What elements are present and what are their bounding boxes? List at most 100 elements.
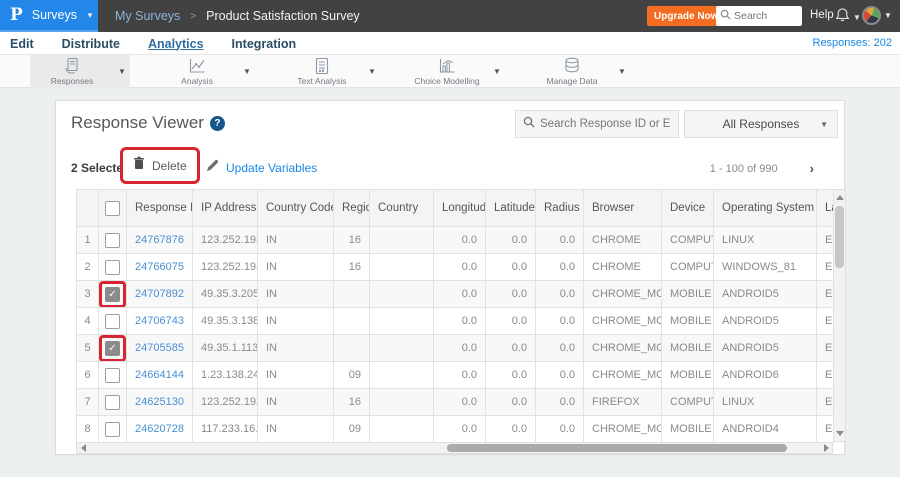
column-header-operating-system[interactable]: Operating System [713,189,817,227]
response-search[interactable] [515,110,679,138]
chevron-down-icon[interactable]: ▼ [114,67,130,76]
cell-os: ANDROID4 [713,415,817,443]
scroll-left-icon[interactable] [77,443,89,453]
cell-region: 16 [333,226,370,254]
toolbar-item-label: Manage Data [546,76,598,86]
chevron-down-icon[interactable]: ▼ [364,67,380,76]
cell-latitude: 0.0 [485,307,536,335]
notifications-menu[interactable]: ▼ [835,7,861,28]
column-header-latitude[interactable]: Latitude [485,189,536,227]
cell-longitude: 0.0 [433,280,486,308]
search-input[interactable] [734,10,796,22]
column-header-browser[interactable]: Browser [583,189,662,227]
chevron-down-icon[interactable]: ▼ [239,67,255,76]
column-header-response-id[interactable]: Response ID ▲ [126,189,193,227]
delete-button[interactable]: Delete [120,147,200,184]
breadcrumb-my-surveys[interactable]: My Surveys [115,9,180,23]
vertical-scrollbar[interactable] [833,189,846,442]
cell-language: Eng [816,253,834,281]
horizontal-scrollbar-thumb[interactable] [447,444,787,452]
row-number-header [76,189,99,227]
column-header-ip-address[interactable]: IP Address [192,189,258,227]
cell-ip: 49.35.3.138 [192,307,258,335]
chevron-down-icon[interactable]: ▼ [614,67,630,76]
row-checkbox[interactable] [105,421,120,437]
toolbar-item-choice-modelling[interactable]: Choice Modelling ▼ [405,55,505,88]
cell-device: MOBILE [661,415,714,443]
row-checkbox[interactable] [105,313,120,329]
toolbar-item-responses[interactable]: Responses ▼ [30,55,130,88]
pagination-next-button[interactable]: › [810,161,814,176]
chevron-down-icon: ▼ [85,10,94,20]
cell-region [333,307,370,335]
column-header-longitude[interactable]: Longitude [433,189,486,227]
cell-response_id[interactable]: 24705585 [126,334,193,362]
cell-os: LINUX [713,388,817,416]
chevron-down-icon: ▼ [853,13,861,22]
upgrade-now-button[interactable]: Upgrade Now [647,6,726,26]
analytics-toolbar: Responses ▼ Analysis ▼ Text Analysis ▼ Choice … [0,55,900,88]
response-search-input[interactable] [540,118,670,130]
column-header-device[interactable]: Device [661,189,714,227]
column-header-radius[interactable]: Radius [535,189,584,227]
row-checkbox[interactable] [105,259,120,275]
vertical-scrollbar-thumb[interactable] [835,206,844,268]
tab-distribute[interactable]: Distribute [62,37,120,51]
toolbar-item-manage-data[interactable]: Manage Data ▼ [530,55,630,88]
row-checkbox[interactable] [105,232,120,248]
select-all-checkbox[interactable] [105,200,120,216]
global-search[interactable] [716,6,802,26]
cell-country_code: IN [257,361,334,389]
column-header-region[interactable]: Region [333,189,370,227]
row-checkbox[interactable]: ✓ [105,340,120,356]
surveys-menu[interactable]: P Surveys ▼ [0,0,98,32]
tab-edit[interactable]: Edit [10,37,34,51]
row-number: 6 [76,361,99,389]
help-link[interactable]: Help [810,9,834,21]
horizontal-scrollbar[interactable] [76,442,833,454]
cell-region [333,334,370,362]
cell-latitude: 0.0 [485,280,536,308]
tab-analytics[interactable]: Analytics [148,37,204,51]
cell-country [369,415,434,443]
responses-filter-dropdown[interactable]: All Responses ▼ [684,110,838,138]
column-header-country[interactable]: Country [369,189,434,227]
toolbar-item-text-analysis[interactable]: Text Analysis ▼ [280,55,380,88]
cell-latitude: 0.0 [485,253,536,281]
response-viewer-panel: Response Viewer ? All Responses ▼ 2 Sele… [55,100,846,455]
row-checkbox[interactable]: ✓ [105,286,120,302]
responses-count[interactable]: Responses: 202 [813,37,893,49]
scroll-up-icon[interactable] [834,191,845,204]
cell-response_id[interactable]: 24766075 [126,253,193,281]
scroll-down-icon[interactable] [834,427,845,440]
account-menu[interactable]: ▼ [862,6,892,25]
row-number: 1 [76,226,99,254]
row-checkbox[interactable] [105,394,120,410]
cell-response_id[interactable]: 24620728 [126,415,193,443]
cell-response_id[interactable]: 24706743 [126,307,193,335]
cell-response_id[interactable]: 24707892 [126,280,193,308]
toolbar-item-analysis[interactable]: Analysis ▼ [155,55,255,88]
cell-response_id[interactable]: 24664144 [126,361,193,389]
row-checkbox[interactable] [105,367,120,383]
update-variables-button[interactable]: Update Variables [206,159,317,177]
cell-response_id[interactable]: 24767876 [126,226,193,254]
cell-browser: CHROME_MOBILE [583,415,662,443]
cell-os: ANDROID5 [713,307,817,335]
column-header-lan[interactable]: Lan [816,189,834,227]
cell-language: Eng [816,361,834,389]
help-icon[interactable]: ? [209,115,225,131]
cell-device: COMPUTER [661,253,714,281]
chevron-down-icon[interactable]: ▼ [489,67,505,76]
cell-response_id[interactable]: 24625130 [126,388,193,416]
tab-integration[interactable]: Integration [232,37,297,51]
row-select-cell [98,226,127,254]
column-header-country-code[interactable]: Country Code [257,189,334,227]
toolbar-item-label: Choice Modelling [414,76,480,86]
scroll-right-icon[interactable] [820,443,832,453]
cell-ip: 1.23.138.24 [192,361,258,389]
row-select-cell [98,253,127,281]
toolbar-item-label: Analysis [181,76,213,86]
delete-button-label: Delete [152,158,187,173]
cell-country_code: IN [257,307,334,335]
